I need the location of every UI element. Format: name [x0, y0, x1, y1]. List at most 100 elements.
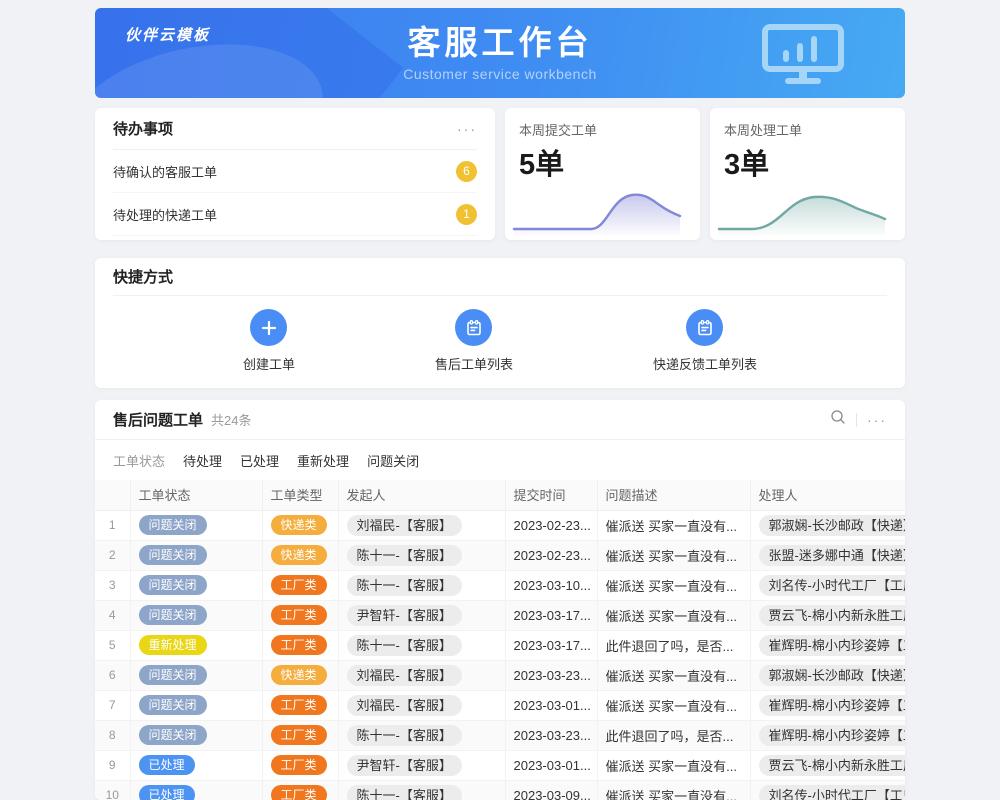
todo-title: 待办事项	[113, 118, 173, 139]
issue-desc: 催派送 买家一直没有...	[597, 780, 750, 800]
col-time: 提交时间	[505, 480, 597, 510]
status-badge: 问题关闭	[139, 665, 207, 685]
handler-tag: 刘名传-小时代工厂【工厂】	[759, 785, 906, 800]
table-row[interactable]: 2 问题关闭 快递类 陈十一-【客服】 2023-02-23... 催派送 买家…	[95, 540, 905, 570]
col-handler: 处理人	[750, 480, 905, 510]
stat-label: 本周处理工单	[724, 120, 891, 139]
submit-time: 2023-03-10...	[505, 570, 597, 600]
stat-label: 本周提交工单	[519, 120, 686, 139]
ticket-table: 工单状态 工单类型 发起人 提交时间 问题描述 处理人 1 问题关闭 快递类 刘…	[95, 480, 905, 800]
row-number: 5	[95, 630, 130, 660]
row-number: 9	[95, 750, 130, 780]
divider	[856, 413, 857, 427]
handler-tag: 崔辉明-棉小内珍姿婷【工厂】	[759, 695, 906, 716]
page-subtitle: Customer service workbench	[403, 66, 597, 82]
status-badge: 重新处理	[139, 635, 207, 655]
initiator-tag: 陈十一-【客服】	[347, 575, 462, 596]
initiator-tag: 陈十一-【客服】	[347, 785, 462, 800]
issue-desc: 催派送 买家一直没有...	[597, 660, 750, 690]
table-row[interactable]: 6 问题关闭 快递类 刘福民-【客服】 2023-03-23... 催派送 买家…	[95, 660, 905, 690]
submit-time: 2023-02-23...	[505, 510, 597, 540]
table-row[interactable]: 1 问题关闭 快递类 刘福民-【客服】 2023-02-23... 催派送 买家…	[95, 510, 905, 540]
todo-item-label: 待确认的客服工单	[113, 162, 217, 181]
row-number: 7	[95, 690, 130, 720]
filter-done[interactable]: 已处理	[240, 451, 279, 470]
submit-time: 2023-03-17...	[505, 600, 597, 630]
col-rownum	[95, 480, 130, 510]
col-initiator: 发起人	[338, 480, 505, 510]
type-badge: 快递类	[271, 665, 327, 685]
todo-item-pending-express[interactable]: 待处理的快递工单 1	[113, 193, 477, 236]
submit-time: 2023-03-01...	[505, 750, 597, 780]
table-row[interactable]: 7 问题关闭 工厂类 刘福民-【客服】 2023-03-01... 催派送 买家…	[95, 690, 905, 720]
issue-desc: 此件退回了吗，是否...	[597, 720, 750, 750]
submit-time: 2023-03-01...	[505, 690, 597, 720]
sparkline-purple	[511, 184, 684, 236]
header-banner: 伙伴云模板 客服工作台 Customer service workbench	[95, 8, 905, 98]
stat-card-processed: 本周处理工单 3单	[710, 108, 905, 240]
filter-closed[interactable]: 问题关闭	[367, 451, 419, 470]
status-badge: 问题关闭	[139, 515, 207, 535]
search-icon[interactable]	[830, 409, 846, 430]
clipboard-icon	[686, 309, 723, 346]
row-number: 8	[95, 720, 130, 750]
handler-tag: 刘名传-小时代工厂【工厂】	[759, 575, 906, 596]
status-badge: 已处理	[139, 755, 195, 775]
table-row[interactable]: 9 已处理 工厂类 尹智轩-【客服】 2023-03-01... 催派送 买家一…	[95, 750, 905, 780]
clipboard-icon	[455, 309, 492, 346]
submit-time: 2023-03-23...	[505, 720, 597, 750]
stat-value: 5单	[519, 141, 686, 183]
more-icon[interactable]: ···	[867, 412, 887, 428]
issue-desc: 此件退回了吗，是否...	[597, 630, 750, 660]
row-number: 6	[95, 660, 130, 690]
table-row[interactable]: 10 已处理 工厂类 陈十一-【客服】 2023-03-09... 催派送 买家…	[95, 780, 905, 800]
todo-card: 待办事项 ··· 待确认的客服工单 6 待处理的快递工单 1	[95, 108, 495, 240]
col-status: 工单状态	[130, 480, 262, 510]
more-icon[interactable]: ···	[457, 121, 477, 137]
table-row[interactable]: 3 问题关闭 工厂类 陈十一-【客服】 2023-03-10... 催派送 买家…	[95, 570, 905, 600]
status-filter-bar: 工单状态 待处理 已处理 重新处理 问题关闭	[95, 440, 905, 480]
shortcuts-title: 快捷方式	[113, 258, 887, 296]
type-badge: 工厂类	[271, 575, 327, 595]
issue-desc: 催派送 买家一直没有...	[597, 510, 750, 540]
worksheet-card: 售后问题工单 共24条 ··· 工单状态 待处理 已处理 重新处理 问题关闭	[95, 400, 905, 800]
col-desc: 问题描述	[597, 480, 750, 510]
shortcut-label: 售后工单列表	[435, 354, 513, 373]
handler-tag: 郭淑娴-长沙邮政【快递】	[759, 665, 906, 686]
table-row[interactable]: 8 问题关闭 工厂类 陈十一-【客服】 2023-03-23... 此件退回了吗…	[95, 720, 905, 750]
initiator-tag: 陈十一-【客服】	[347, 635, 462, 656]
status-badge: 问题关闭	[139, 695, 207, 715]
type-badge: 工厂类	[271, 725, 327, 745]
initiator-tag: 陈十一-【客服】	[347, 545, 462, 566]
submit-time: 2023-03-09...	[505, 780, 597, 800]
record-count: 共24条	[211, 410, 251, 429]
status-badge: 已处理	[139, 785, 195, 800]
table-row[interactable]: 4 问题关闭 工厂类 尹智轩-【客服】 2023-03-17... 催派送 买家…	[95, 600, 905, 630]
worksheet-title: 售后问题工单	[113, 409, 203, 430]
shortcut-aftersale-list[interactable]: 售后工单列表	[435, 309, 513, 373]
status-badge: 问题关闭	[139, 545, 207, 565]
filter-pending[interactable]: 待处理	[183, 451, 222, 470]
shortcut-express-feedback-list[interactable]: 快递反馈工单列表	[653, 309, 757, 373]
row-number: 1	[95, 510, 130, 540]
shortcut-create-ticket[interactable]: 创建工单	[243, 309, 295, 373]
initiator-tag: 陈十一-【客服】	[347, 725, 462, 746]
filter-renew[interactable]: 重新处理	[297, 451, 349, 470]
shortcut-label: 创建工单	[243, 354, 295, 373]
handler-tag: 贾云飞-棉小内新永胜工厂【工厂】	[759, 605, 906, 626]
table-row[interactable]: 5 重新处理 工厂类 陈十一-【客服】 2023-03-17... 此件退回了吗…	[95, 630, 905, 660]
row-number: 10	[95, 780, 130, 800]
submit-time: 2023-03-23...	[505, 660, 597, 690]
issue-desc: 催派送 买家一直没有...	[597, 750, 750, 780]
handler-tag: 郭淑娴-长沙邮政【快递】	[759, 515, 906, 536]
stat-value: 3单	[724, 141, 891, 183]
type-badge: 快递类	[271, 545, 327, 565]
sparkline-teal	[716, 184, 889, 236]
page-title: 客服工作台	[408, 24, 593, 62]
todo-item-pending-confirm[interactable]: 待确认的客服工单 6	[113, 150, 477, 193]
issue-desc: 催派送 买家一直没有...	[597, 570, 750, 600]
stat-card-submitted: 本周提交工单 5单	[505, 108, 700, 240]
issue-desc: 催派送 买家一直没有...	[597, 600, 750, 630]
handler-tag: 张盟-迷多娜中通【快递】	[759, 545, 906, 566]
handler-tag: 崔辉明-棉小内珍姿婷【工厂】	[759, 635, 906, 656]
